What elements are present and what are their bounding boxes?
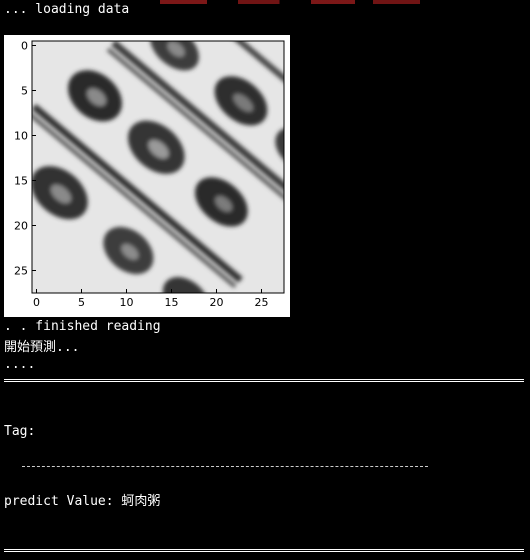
- x-tick-label: 20: [210, 296, 224, 309]
- console-line-tag: Tag:: [4, 424, 36, 439]
- x-tick-label: 5: [78, 296, 85, 309]
- dashed-divider: [22, 466, 428, 467]
- y-tick-label: 20: [14, 220, 28, 233]
- clipped-top-text: [160, 0, 420, 4]
- separator-top: [4, 379, 524, 382]
- image-plot: 0 5 10 15 20 25 0 5 10 15 20 25: [4, 35, 290, 317]
- separator-bottom: [4, 549, 524, 552]
- x-tick-label: 25: [255, 296, 269, 309]
- x-tick-label: 0: [33, 296, 40, 309]
- y-tick-label: 25: [14, 265, 28, 278]
- x-tick-label: 15: [165, 296, 179, 309]
- y-tick-label: 5: [21, 85, 28, 98]
- image-content: [32, 41, 284, 293]
- y-tick-label: 10: [14, 130, 28, 143]
- console-line-predict-value: predict Value: 蚵肉粥: [4, 494, 161, 509]
- console-line-dots: ....: [4, 357, 36, 372]
- y-tick-label: 15: [14, 175, 28, 188]
- console-line-predict-start: 開始預測...: [4, 340, 80, 355]
- console-line-finished: . . finished reading: [4, 319, 161, 334]
- image-plot-svg: 0 5 10 15 20 25 0 5 10 15 20 25: [14, 40, 285, 309]
- console-line-loading: ... loading data: [4, 2, 130, 17]
- x-tick-label: 10: [120, 296, 134, 309]
- y-tick-label: 0: [21, 40, 28, 53]
